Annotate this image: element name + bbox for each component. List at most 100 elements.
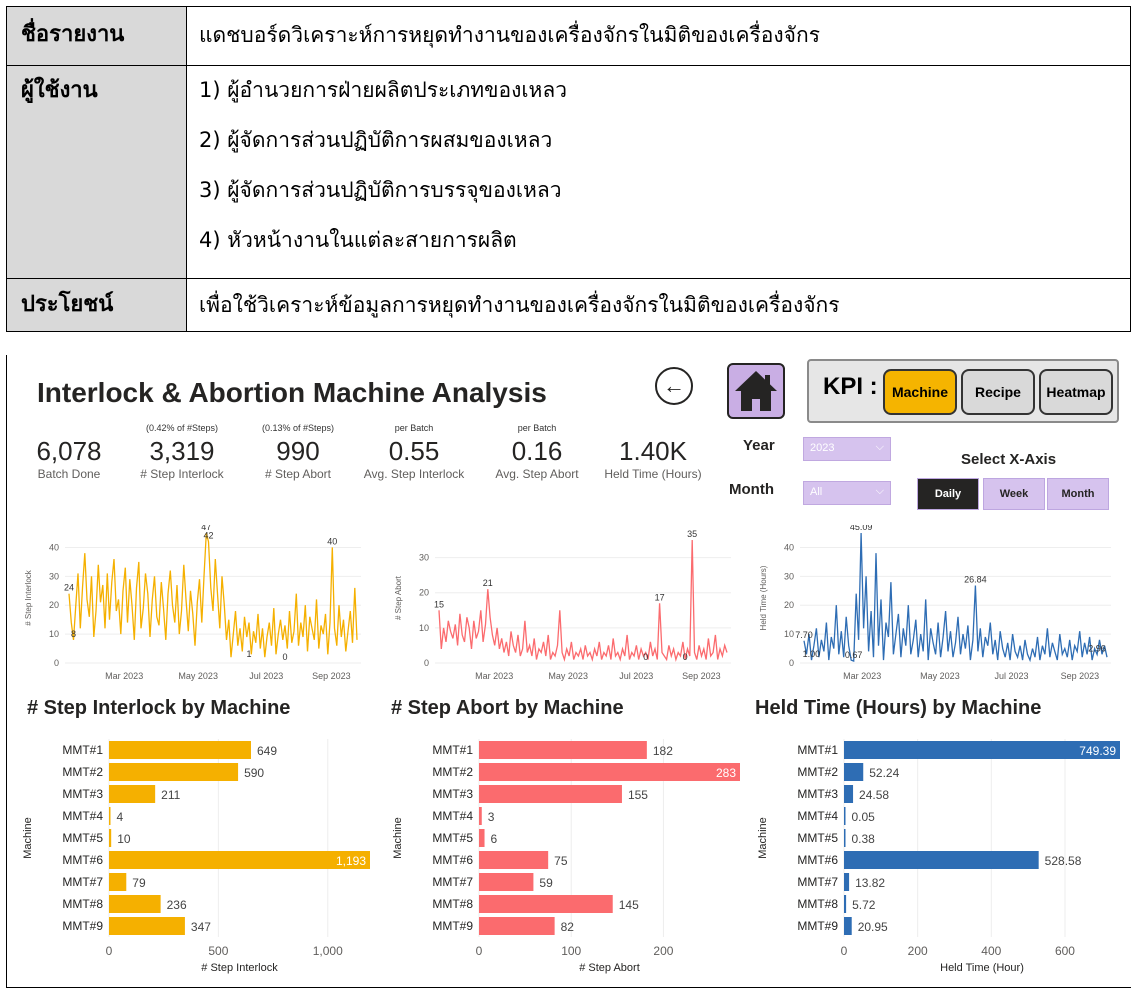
info-value: เพื่อใช้วิเคราะห์ข้อมูลการหยุดทำงานของเค… — [199, 293, 840, 317]
data-label: 145 — [619, 898, 639, 912]
data-label: 75 — [554, 854, 568, 868]
kpi-note: (0.42% of #Steps) — [145, 423, 219, 433]
back-arrow-icon[interactable]: ← — [655, 367, 693, 405]
category-label: MMT#8 — [62, 897, 103, 911]
interlock-line-chart[interactable]: 010203040# Step InterlockMar 2023 May 202… — [17, 525, 367, 685]
x-tick-label: 500 — [208, 944, 228, 958]
x-tick-label: 600 — [1055, 944, 1075, 958]
bar — [109, 829, 112, 847]
kpi-card-step-interlock: (0.42% of #Steps) 3,319 # Step Interlock — [122, 423, 242, 481]
year-dropdown[interactable]: 2023 ⌵ — [803, 437, 891, 461]
data-label: 0 — [683, 652, 688, 662]
select-x-axis-label: Select X-Axis — [961, 451, 1057, 468]
held-bar-chart[interactable]: 0 200 400 600 Held Time (Hour) Machine MMT#1 74… — [752, 733, 1122, 983]
x-tick-label: 0 — [476, 944, 483, 958]
bar — [844, 763, 864, 781]
x-tick-label: Jul 2023 — [619, 671, 653, 681]
bar — [479, 895, 613, 913]
y-axis-label: Machine — [757, 817, 769, 859]
data-label: 15 — [434, 599, 444, 609]
data-label: 6 — [491, 832, 498, 846]
kpi-value: 1.40K — [619, 436, 687, 466]
year-value: 2023 — [810, 442, 835, 454]
x-tick-label: Sep 2023 — [682, 671, 721, 681]
data-label: 20.95 — [858, 920, 888, 934]
category-label: MMT#8 — [432, 897, 473, 911]
info-row-users: ผู้ใช้งาน 1) ผู้อำนวยการฝ่ายผลิตประเภทขอ… — [7, 65, 1130, 278]
bar — [109, 785, 156, 803]
kpi-tab-machine[interactable]: Machine — [883, 369, 957, 415]
held-bar-title: Held Time (Hours) by Machine — [755, 697, 1042, 719]
y-tick-label: 10 — [49, 629, 59, 639]
x-tick-label: Mar 2023 — [475, 671, 513, 681]
kpi-caption: # Step Abort — [264, 467, 332, 481]
data-label: 347 — [191, 920, 211, 934]
abort-bar-chart[interactable]: 0 100 200 # Step Abort Machine MMT#1 182 MMT#2 2… — [387, 733, 742, 983]
info-label: ชื่อรายงาน — [7, 7, 187, 65]
interlock-bar-title: # Step Interlock by Machine — [27, 697, 291, 719]
category-label: MMT#1 — [432, 743, 473, 757]
x-axis-daily-button[interactable]: Daily — [917, 478, 979, 510]
bar — [479, 785, 622, 803]
kpi-card-step-abort: (0.13% of #Steps) 990 # Step Abort — [243, 423, 353, 481]
category-label: MMT#4 — [62, 809, 103, 823]
abort-line-chart[interactable]: 0 10 20 30 # Step Abort Mar 2023 May 2023 Jul 2… — [387, 525, 737, 685]
home-icon — [735, 371, 777, 411]
data-label: 236 — [167, 898, 187, 912]
series-line — [803, 532, 1108, 663]
data-label: 649 — [257, 744, 277, 758]
x-axis-label: # Step Abort — [579, 962, 640, 974]
data-label: 17 — [655, 592, 665, 602]
bar — [109, 807, 111, 825]
data-label: 0.38 — [852, 832, 876, 846]
y-tick-label: 20 — [419, 588, 429, 598]
x-tick-label: 200 — [908, 944, 928, 958]
bar — [479, 741, 647, 759]
category-label: MMT#7 — [432, 875, 473, 889]
data-label: 749.39 — [1079, 744, 1116, 758]
bar — [109, 851, 370, 869]
category-label: MMT#6 — [62, 853, 103, 867]
y-tick-label: 0 — [424, 658, 429, 668]
data-label: 7.70 — [795, 630, 813, 640]
x-tick-label: 0 — [841, 944, 848, 958]
x-tick-label: Mar 2023 — [105, 671, 143, 681]
x-tick-label: 200 — [653, 944, 673, 958]
info-value: แดชบอร์ดวิเคราะห์การหยุดทำงานของเครื่องจ… — [199, 23, 820, 47]
x-tick-label: 1,000 — [313, 944, 343, 958]
home-button[interactable] — [727, 363, 785, 419]
kpi-caption: Held Time (Hours) — [604, 467, 702, 481]
kpi-note — [19, 423, 119, 435]
x-tick-label: Jul 2023 — [994, 671, 1028, 681]
x-tick-label: Sep 2023 — [1061, 671, 1100, 681]
data-label: 21 — [483, 578, 493, 588]
info-row-report-name: ชื่อรายงาน แดชบอร์ดวิเคราะห์การหยุดทำงาน… — [7, 7, 1130, 65]
bar — [479, 851, 549, 869]
kpi-tab-recipe[interactable]: Recipe — [961, 369, 1035, 415]
bar — [479, 807, 482, 825]
month-value: All — [810, 486, 823, 498]
y-axis-label: Machine — [392, 817, 404, 859]
held-time-line-chart[interactable]: 0 10 20 30 40 Held Time (Hours) Mar 2023 May 20… — [752, 525, 1117, 685]
category-label: MMT#1 — [797, 743, 838, 757]
interlock-bar-chart[interactable]: 0 500 1,000 # Step Interlock Machine MMT#1 649… — [17, 733, 372, 983]
info-value: 4) หัวหน้างานในแต่ละสายการผลิต — [199, 228, 517, 252]
y-tick-label: 20 — [784, 600, 794, 610]
kpi-tab-heatmap[interactable]: Heatmap — [1039, 369, 1113, 415]
kpi-value: 6,078 — [36, 436, 102, 466]
info-value: 3) ผู้จัดการส่วนปฏิบัติการบรรจุของเหลว — [199, 178, 562, 202]
data-label: 211 — [161, 788, 180, 802]
data-label: 13.82 — [855, 876, 885, 890]
bar — [479, 917, 555, 935]
data-label: 79 — [132, 876, 146, 890]
kpi-label: KPI : — [823, 373, 878, 400]
year-label: Year — [743, 437, 775, 454]
data-label: 24 — [64, 583, 74, 593]
month-dropdown[interactable]: All ⌵ — [803, 481, 891, 505]
x-axis-month-button[interactable]: Month — [1047, 478, 1109, 510]
x-axis-week-button[interactable]: Week — [983, 478, 1045, 510]
data-label: 1,193 — [336, 854, 366, 868]
bar — [479, 829, 485, 847]
report-info-table: ชื่อรายงาน แดชบอร์ดวิเคราะห์การหยุดทำงาน… — [6, 6, 1131, 332]
bar — [844, 785, 854, 803]
